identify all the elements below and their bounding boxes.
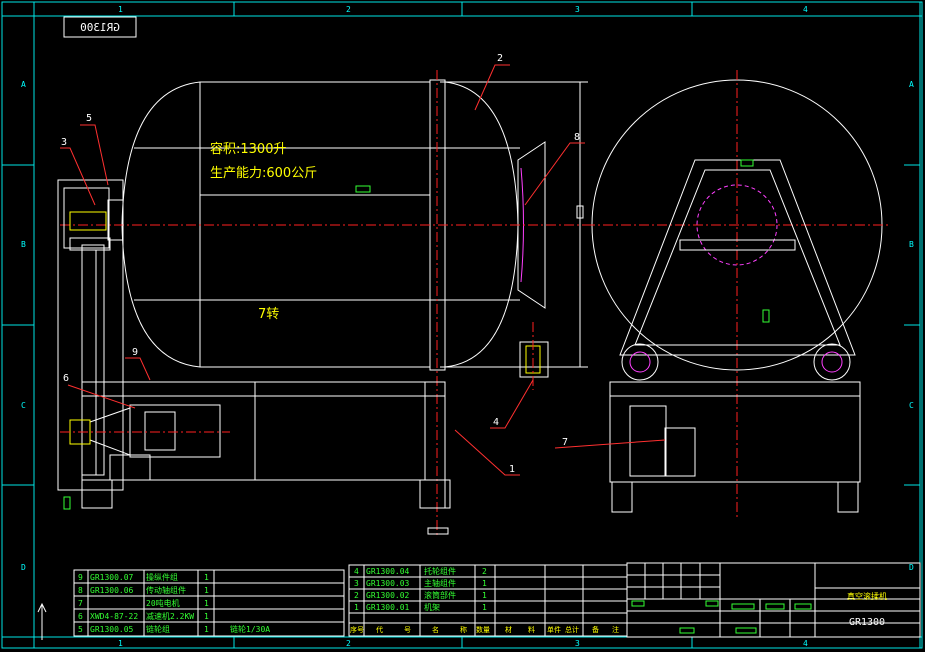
bom-left-no: 8 xyxy=(78,586,83,595)
bom-right-code: GR1300.02 xyxy=(366,591,410,600)
bom-left-no: 5 xyxy=(78,625,83,634)
row-label-c-right: C xyxy=(909,401,914,410)
rotation-label: 7转 xyxy=(258,307,279,322)
bom-header-remark-2: 注 xyxy=(612,625,619,634)
bom-right-qty: 1 xyxy=(482,579,487,588)
side-base-frame xyxy=(609,381,861,483)
row-label-b-left: B xyxy=(21,240,26,249)
bom-left-no: 7 xyxy=(78,599,83,608)
bom-right-no: 1 xyxy=(354,603,359,612)
bom-left-no: 9 xyxy=(78,573,83,582)
column-label-3-top: 3 xyxy=(575,5,580,14)
bom-left-code: GR1300.07 xyxy=(90,573,134,582)
callout-3: 3 xyxy=(61,137,67,148)
bom-left-name: 20吨电机 xyxy=(146,598,180,608)
drawing-number: GR1300 xyxy=(849,617,885,628)
bom-left-code: GR1300.06 xyxy=(90,586,134,595)
bom-right-no: 4 xyxy=(354,567,359,576)
bom-right-code: GR1300.01 xyxy=(366,603,410,612)
column-label-2-top: 2 xyxy=(346,5,351,14)
callout-4: 4 xyxy=(493,417,499,428)
bom-left-name: 链轮组 xyxy=(146,624,170,634)
column-label-1-bottom: 1 xyxy=(118,639,123,648)
callout-6: 6 xyxy=(63,373,69,384)
bom-header-remark-1: 备 xyxy=(592,625,599,634)
bom-header-code-1: 代 xyxy=(376,625,383,634)
row-label-a-right: A xyxy=(909,80,914,89)
bom-header-no: 序号 xyxy=(350,625,364,634)
bom-right-no: 2 xyxy=(354,591,359,600)
ucs-icon xyxy=(37,602,47,640)
bom-header-name-2: 称 xyxy=(460,625,467,634)
bom-right-qty: 2 xyxy=(482,567,487,576)
bom-left-note: 链轮1/30A xyxy=(230,624,270,634)
bom-header-code-2: 号 xyxy=(404,626,411,634)
row-label-d-left: D xyxy=(21,563,26,572)
bom-right-name: 主轴组件 xyxy=(424,578,456,588)
bom-left-qty: 1 xyxy=(204,612,209,621)
bom-left-qty: 1 xyxy=(204,625,209,634)
bom-header-total: 总计 xyxy=(565,625,579,634)
bom-left-no: 6 xyxy=(78,612,83,621)
callout-2: 2 xyxy=(497,53,503,64)
column-label-1-top: 1 xyxy=(118,5,123,14)
bom-left-name: 操纵件组 xyxy=(146,572,178,582)
bom-right-no: 3 xyxy=(354,579,359,588)
column-label-3-bottom: 3 xyxy=(575,639,580,648)
bom-header-unit: 单件 xyxy=(547,625,561,634)
bom-right-code: GR1300.03 xyxy=(366,579,410,588)
column-label-4-top: 4 xyxy=(803,5,808,14)
bom-header-name-1: 名 xyxy=(432,625,439,634)
bom-right-name: 滚筒部件 xyxy=(424,590,456,600)
bom-left-code: XWD4-87-22 xyxy=(90,612,138,621)
bom-left-qty: 1 xyxy=(204,599,209,608)
column-label-2-bottom: 2 xyxy=(346,639,351,648)
drawing-number-stamp: GR1300 xyxy=(63,16,137,38)
row-label-b-right: B xyxy=(909,240,914,249)
frame-labels: 1 2 3 4 1 2 3 4 A B C D A B C D xyxy=(21,5,914,648)
callout-5: 5 xyxy=(86,113,92,124)
bom-right-qty: 1 xyxy=(482,591,487,600)
drawing-frame xyxy=(1,1,923,649)
base-frame xyxy=(81,381,446,481)
callout-numbers: 1 2 3 4 5 6 7 8 9 xyxy=(61,53,580,475)
product-name: 真空滚揉机 xyxy=(847,591,887,601)
bom-right-name: 托轮组件 xyxy=(424,566,456,576)
bom-left-name: 减速机2.2KW xyxy=(146,611,194,621)
bom-left-code: GR1300.05 xyxy=(90,625,134,634)
cad-drawing-canvas: 1 2 3 4 1 2 3 4 A B C D A B C D GR1300 容… xyxy=(1,1,923,649)
bom-left-name: 传动轴组件 xyxy=(146,585,186,595)
bom-header-material-1: 材 xyxy=(505,625,512,634)
row-label-d-right: D xyxy=(909,563,914,572)
side-view xyxy=(585,70,890,520)
bom-header-row: 序号 代 号 名 称 数量 材 料 单件 总计 备 注 xyxy=(350,625,619,634)
bom-header-material-2: 料 xyxy=(528,625,535,634)
row-label-c-left: C xyxy=(21,401,26,410)
capacity-label: 容积:1300升 xyxy=(210,141,286,157)
bom-right-code: GR1300.04 xyxy=(366,567,410,576)
row-label-a-left: A xyxy=(21,80,26,89)
bom-right-name: 机架 xyxy=(424,602,440,612)
callout-8: 8 xyxy=(574,132,580,143)
callout-1: 1 xyxy=(509,464,515,475)
bom-right-qty: 1 xyxy=(482,603,487,612)
callout-9: 9 xyxy=(132,347,138,358)
bom-left-rows: 9 GR1300.07 操纵件组 1 8 GR1300.06 传动轴组件 1 7… xyxy=(78,572,270,634)
stamp-text: GR1300 xyxy=(80,21,120,34)
callout-leaders xyxy=(60,64,666,476)
callout-7: 7 xyxy=(562,437,568,448)
column-label-4-bottom: 4 xyxy=(803,639,808,648)
bom-left-qty: 1 xyxy=(204,586,209,595)
bom-left-qty: 1 xyxy=(204,573,209,582)
output-label: 生产能力:600公斤 xyxy=(210,166,317,181)
front-view-annotations: 容积:1300升 生产能力:600公斤 7转 xyxy=(210,141,371,322)
bom-header-qty: 数量 xyxy=(476,625,490,634)
